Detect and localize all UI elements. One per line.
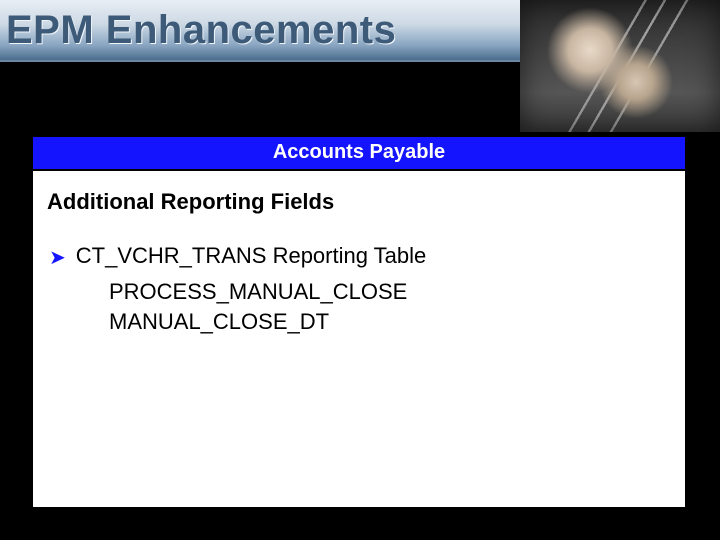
field-list: PROCESS_MANUAL_CLOSE MANUAL_CLOSE_DT (109, 277, 671, 337)
keyboard-photo (520, 0, 720, 132)
slide: EPM Enhancements Accounts Payable Additi… (0, 0, 720, 540)
bullet-label: CT_VCHR_TRANS Reporting Table (76, 243, 427, 269)
subheading: Additional Reporting Fields (47, 189, 671, 215)
section-header: Accounts Payable (33, 137, 685, 171)
bullet-item: ➤ CT_VCHR_TRANS Reporting Table (49, 243, 671, 271)
field-item: MANUAL_CLOSE_DT (109, 307, 671, 337)
slide-title: EPM Enhancements (6, 8, 396, 53)
bullet-arrow-icon: ➤ (49, 245, 66, 271)
content-box: Accounts Payable Additional Reporting Fi… (30, 134, 688, 510)
content-body: Additional Reporting Fields ➤ CT_VCHR_TR… (33, 171, 685, 355)
field-item: PROCESS_MANUAL_CLOSE (109, 277, 671, 307)
